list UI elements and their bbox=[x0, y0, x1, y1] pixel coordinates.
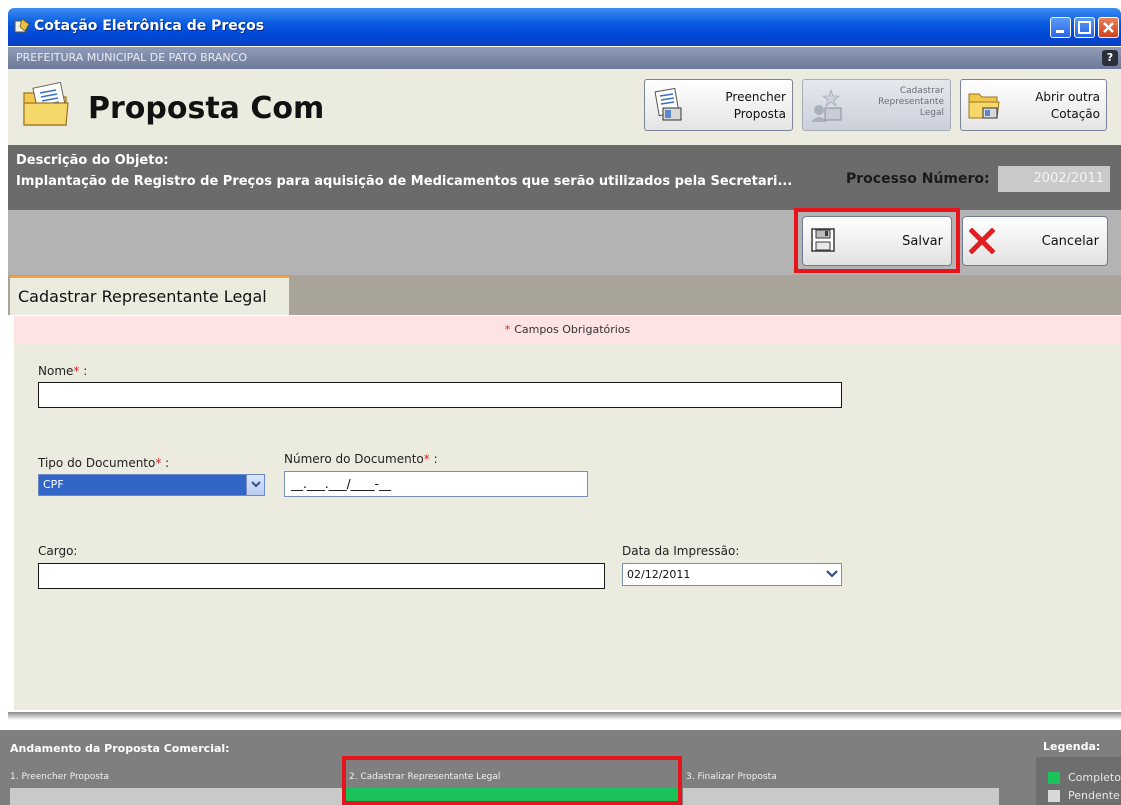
floppy-disk-icon bbox=[811, 228, 835, 252]
object-description-bar: Descrição do Objeto: Implantação de Regi… bbox=[8, 145, 1121, 210]
cancel-label: Cancelar bbox=[1041, 234, 1099, 249]
help-button[interactable]: ? bbox=[1102, 50, 1118, 66]
representative-icon bbox=[811, 89, 842, 122]
register-representative-button[interactable]: Cadastrar Representante Legal bbox=[802, 79, 951, 131]
save-label: Salvar bbox=[902, 234, 943, 249]
open-other-quote-button[interactable]: Abrir outra Cotação bbox=[960, 79, 1107, 131]
step-1-label: 1. Preencher Proposta bbox=[10, 772, 109, 782]
fill-proposal-label-1: Preencher bbox=[725, 90, 786, 104]
tab-register-representative[interactable]: Cadastrar Representante Legal bbox=[10, 276, 289, 315]
register-representative-label-1: Cadastrar bbox=[899, 86, 944, 96]
legend-pending-swatch bbox=[1048, 790, 1060, 802]
app-icon bbox=[14, 18, 30, 33]
fill-proposal-button[interactable]: Preencher Proposta bbox=[644, 79, 793, 131]
legend-box: Completo Pendente bbox=[1036, 757, 1121, 805]
document-number-label-colon: : bbox=[429, 452, 438, 466]
step-2-highlight-frame bbox=[342, 756, 682, 805]
help-icon: ? bbox=[1106, 51, 1114, 64]
close-button[interactable] bbox=[1098, 17, 1119, 38]
print-date-picker[interactable]: 02/12/2011 bbox=[622, 563, 842, 586]
open-folder-icon bbox=[968, 93, 1000, 119]
open-other-quote-label-1: Abrir outra bbox=[1035, 90, 1100, 104]
page-header: Proposta Com Preencher Proposta Cadastra… bbox=[8, 69, 1121, 145]
tab-label: Cadastrar Representante Legal bbox=[18, 287, 267, 306]
maximize-button[interactable] bbox=[1074, 17, 1095, 38]
window-title: Cotação Eletrônica de Preços bbox=[34, 18, 265, 34]
name-label-colon: : bbox=[79, 364, 88, 378]
role-input[interactable] bbox=[38, 563, 605, 589]
name-label-text: Nome bbox=[38, 364, 74, 378]
legend-pending-label: Pendente bbox=[1068, 789, 1120, 802]
fill-proposal-label-2: Proposta bbox=[733, 107, 786, 121]
object-label: Descrição do Objeto: bbox=[16, 153, 169, 168]
save-button[interactable]: Salvar bbox=[802, 216, 952, 266]
progress-title: Andamento da Proposta Comercial: bbox=[10, 742, 230, 755]
document-type-label-colon: : bbox=[161, 456, 170, 470]
print-date-value: 02/12/2011 bbox=[627, 568, 691, 581]
required-fields-note: * Campos Obrigatórios bbox=[14, 316, 1121, 344]
document-type-dropdown-button[interactable] bbox=[246, 475, 264, 495]
legend-complete-label: Completo bbox=[1068, 771, 1121, 784]
print-date-dropdown-button[interactable] bbox=[823, 564, 841, 585]
required-note-text: Campos Obrigatórios bbox=[514, 323, 631, 336]
form-bottom-shadow bbox=[8, 712, 1121, 720]
step-3-bar bbox=[683, 788, 999, 805]
document-type-value: CPF bbox=[43, 478, 64, 491]
step-3-label: 3. Finalizar Proposta bbox=[686, 772, 777, 782]
document-number-label-text: Número do Documento bbox=[284, 452, 424, 466]
print-date-label: Data da Impressão: bbox=[622, 544, 740, 558]
cancel-button[interactable]: Cancelar bbox=[962, 216, 1108, 266]
document-number-input[interactable]: __.___.___/____-__ bbox=[284, 471, 588, 497]
organization-name: PREFEITURA MUNICIPAL DE PATO BRANCO bbox=[16, 51, 247, 64]
process-number-field: 2002/2011 bbox=[998, 166, 1110, 192]
name-input[interactable] bbox=[38, 382, 842, 408]
minimize-icon bbox=[1056, 30, 1064, 33]
name-label: Nome* : bbox=[38, 364, 87, 378]
document-type-label-text: Tipo do Documento bbox=[38, 456, 156, 470]
fill-proposal-icon bbox=[654, 88, 682, 121]
open-other-quote-label-2: Cotação bbox=[1050, 107, 1100, 121]
organization-bar: PREFEITURA MUNICIPAL DE PATO BRANCO ? bbox=[8, 47, 1121, 69]
document-type-label: Tipo do Documento* : bbox=[38, 456, 169, 470]
tab-strip: Cadastrar Representante Legal bbox=[8, 275, 1121, 315]
representative-form: Nome* : Tipo do Documento* : CPF Número … bbox=[8, 344, 1121, 710]
maximize-icon bbox=[1078, 21, 1091, 34]
step-1-bar bbox=[10, 788, 344, 805]
minimize-button[interactable] bbox=[1050, 17, 1071, 38]
role-label: Cargo: bbox=[38, 544, 78, 558]
register-representative-label-3: Legal bbox=[919, 108, 944, 118]
page-title: Proposta Com bbox=[88, 91, 325, 126]
process-number-label: Processo Número: bbox=[846, 171, 990, 187]
action-bar: Salvar Cancelar bbox=[8, 210, 1121, 275]
chevron-down-icon bbox=[826, 570, 838, 578]
object-description: Implantação de Registro de Preços para a… bbox=[16, 174, 793, 189]
close-icon bbox=[1103, 22, 1114, 33]
document-type-select[interactable]: CPF bbox=[38, 474, 265, 496]
cancel-x-icon bbox=[969, 228, 995, 254]
register-representative-label-2: Representante bbox=[878, 97, 944, 107]
legend-complete-swatch bbox=[1048, 772, 1060, 784]
legend-title: Legenda: bbox=[1043, 740, 1101, 753]
proposal-document-icon bbox=[23, 81, 69, 126]
required-star: * bbox=[504, 323, 511, 336]
chevron-down-icon bbox=[250, 481, 261, 488]
document-number-label: Número do Documento* : bbox=[284, 452, 438, 466]
window-title-bar[interactable]: Cotação Eletrônica de Preços bbox=[8, 8, 1121, 46]
